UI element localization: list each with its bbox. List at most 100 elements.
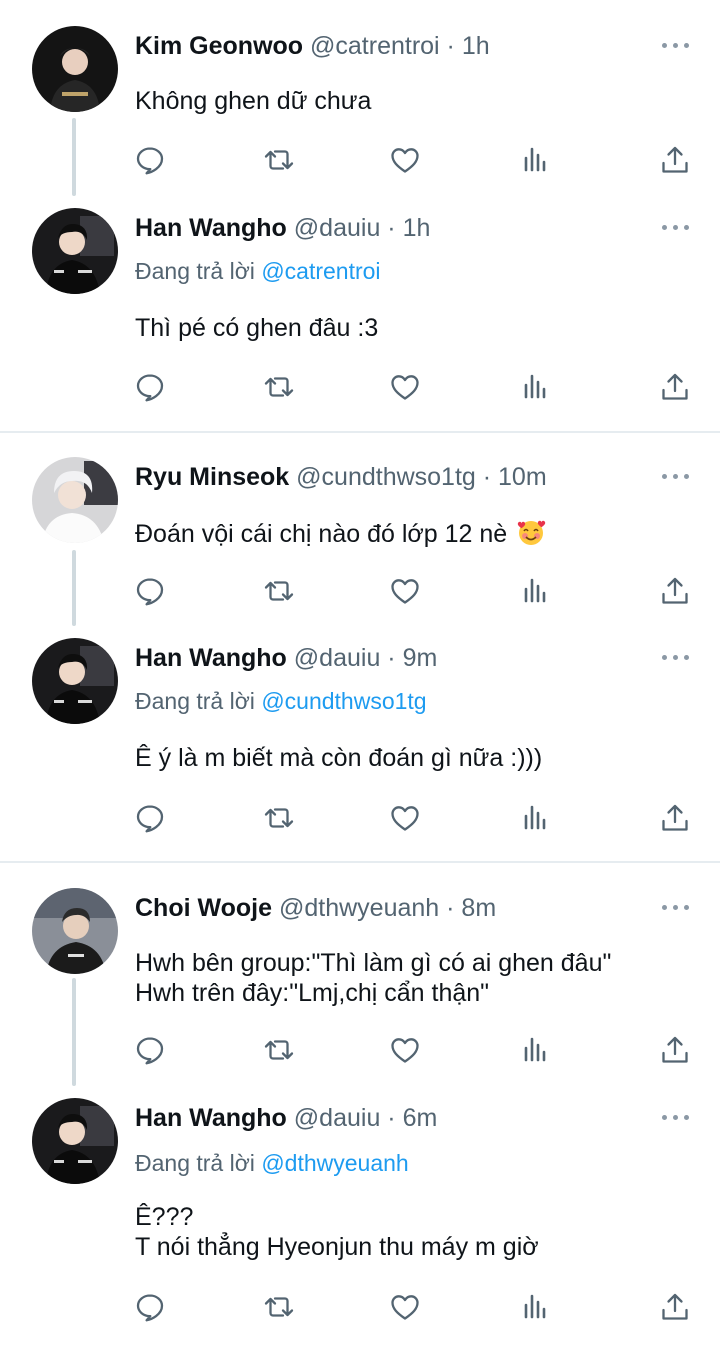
more-icon[interactable] [662, 220, 696, 234]
action-bar [0, 143, 720, 179]
separator-dot: · [439, 32, 462, 60]
separator-dot: · [380, 214, 403, 242]
more-icon[interactable] [662, 1110, 696, 1124]
timestamp[interactable]: 1h [462, 32, 490, 60]
retweet-icon[interactable] [262, 1033, 296, 1067]
avatar-image [32, 457, 118, 543]
tweet-text: Ê ý là m biết mà còn đoán gì nữa :))) [135, 744, 543, 772]
like-icon[interactable] [388, 143, 422, 177]
views-icon[interactable] [519, 1033, 553, 1067]
separator-dot: · [475, 463, 499, 491]
user-handle[interactable]: @catrentroi [310, 32, 440, 60]
retweet-icon[interactable] [262, 143, 296, 177]
share-icon[interactable] [658, 801, 692, 835]
reply-icon[interactable] [133, 574, 167, 608]
display-name[interactable]: Choi Wooje [135, 894, 272, 922]
share-icon[interactable] [658, 1290, 692, 1324]
replying-to: Đang trả lời @cundthwso1tg [135, 688, 427, 715]
user-handle[interactable]: @dauiu [294, 214, 381, 242]
more-icon[interactable] [662, 38, 696, 52]
views-icon[interactable] [519, 370, 553, 404]
views-icon[interactable] [519, 574, 553, 608]
tweet-text: Thì pé có ghen đâu :3 [135, 314, 379, 342]
tweet-text: Hwh bên group:"Thì làm gì có ai ghen đâu… [135, 949, 612, 1007]
views-icon[interactable] [519, 143, 553, 177]
display-name[interactable]: Han Wangho [135, 214, 287, 242]
smiling-face-with-hearts-icon [517, 520, 546, 545]
timestamp[interactable]: 9m [403, 644, 438, 672]
reply-icon[interactable] [133, 801, 167, 835]
share-icon[interactable] [658, 574, 692, 608]
more-icon[interactable] [662, 900, 696, 914]
reply-icon[interactable] [133, 143, 167, 177]
like-icon[interactable] [388, 370, 422, 404]
action-bar [0, 574, 720, 610]
timestamp[interactable]: 10m [498, 463, 547, 491]
user-handle[interactable]: @dthwyeuanh [279, 894, 439, 922]
like-icon[interactable] [388, 1033, 422, 1067]
tweet-text-content: Đoán vội cái chị nào đó lớp 12 nè [135, 520, 508, 548]
retweet-icon[interactable] [262, 1290, 296, 1324]
tweet-text: Ê??? T nói thẳng Hyeonjun thu máy m giờ [135, 1203, 539, 1261]
tweet-header: Choi Wooje @dthwyeuanh · 8m [135, 888, 496, 928]
user-handle[interactable]: @cundthwso1tg [296, 463, 476, 491]
replying-to: Đang trả lời @dthwyeuanh [135, 1150, 409, 1177]
avatar-image [32, 638, 118, 724]
avatar[interactable] [32, 208, 118, 294]
avatar[interactable] [32, 638, 118, 724]
action-bar [0, 1290, 720, 1326]
retweet-icon[interactable] [262, 370, 296, 404]
mention-link[interactable]: @catrentroi [261, 258, 380, 284]
timestamp[interactable]: 6m [403, 1104, 438, 1132]
replying-to: Đang trả lời @catrentroi [135, 258, 381, 285]
avatar-image [32, 888, 118, 974]
timestamp[interactable]: 8m [461, 894, 496, 922]
replying-label: Đang trả lời [135, 688, 255, 714]
views-icon[interactable] [519, 801, 553, 835]
avatar[interactable] [32, 1098, 118, 1184]
retweet-icon[interactable] [262, 574, 296, 608]
share-icon[interactable] [658, 370, 692, 404]
user-handle[interactable]: @dauiu [294, 1104, 381, 1132]
avatar[interactable] [32, 888, 118, 974]
reply-icon[interactable] [133, 370, 167, 404]
mention-link[interactable]: @dthwyeuanh [261, 1150, 408, 1176]
display-name[interactable]: Han Wangho [135, 644, 287, 672]
display-name[interactable]: Kim Geonwoo [135, 32, 303, 60]
action-bar [0, 801, 720, 837]
retweet-icon[interactable] [262, 801, 296, 835]
tweet-header: Han Wangho @dauiu · 6m [135, 1098, 437, 1138]
avatar-image [32, 208, 118, 294]
user-handle[interactable]: @dauiu [294, 644, 381, 672]
timestamp[interactable]: 1h [403, 214, 431, 242]
display-name[interactable]: Ryu Minseok [135, 463, 289, 491]
like-icon[interactable] [388, 1290, 422, 1324]
action-bar [0, 370, 720, 406]
like-icon[interactable] [388, 801, 422, 835]
separator-dot: · [439, 894, 462, 922]
reply-icon[interactable] [133, 1033, 167, 1067]
separator-dot: · [380, 1104, 403, 1132]
tweet-header: Han Wangho @dauiu · 1h [135, 208, 430, 248]
share-icon[interactable] [658, 1033, 692, 1067]
more-icon[interactable] [662, 469, 696, 483]
avatar[interactable] [32, 26, 118, 112]
share-icon[interactable] [658, 143, 692, 177]
tweet-header: Ryu Minseok @cundthwso1tg · 10m [135, 457, 547, 497]
avatar[interactable] [32, 457, 118, 543]
views-icon[interactable] [519, 1290, 553, 1324]
like-icon[interactable] [388, 574, 422, 608]
mention-link[interactable]: @cundthwso1tg [261, 688, 426, 714]
thread-line [72, 978, 76, 1086]
tweet-header: Han Wangho @dauiu · 9m [135, 638, 437, 678]
divider [0, 431, 720, 433]
display-name[interactable]: Han Wangho [135, 1104, 287, 1132]
reply-icon[interactable] [133, 1290, 167, 1324]
tweet-header: Kim Geonwoo @catrentroi · 1h [135, 26, 490, 66]
more-icon[interactable] [662, 650, 696, 664]
avatar-image [32, 26, 118, 112]
replying-label: Đang trả lời [135, 258, 255, 284]
tweet-text: Đoán vội cái chị nào đó lớp 12 nè [135, 517, 546, 549]
avatar-image [32, 1098, 118, 1184]
divider [0, 861, 720, 863]
